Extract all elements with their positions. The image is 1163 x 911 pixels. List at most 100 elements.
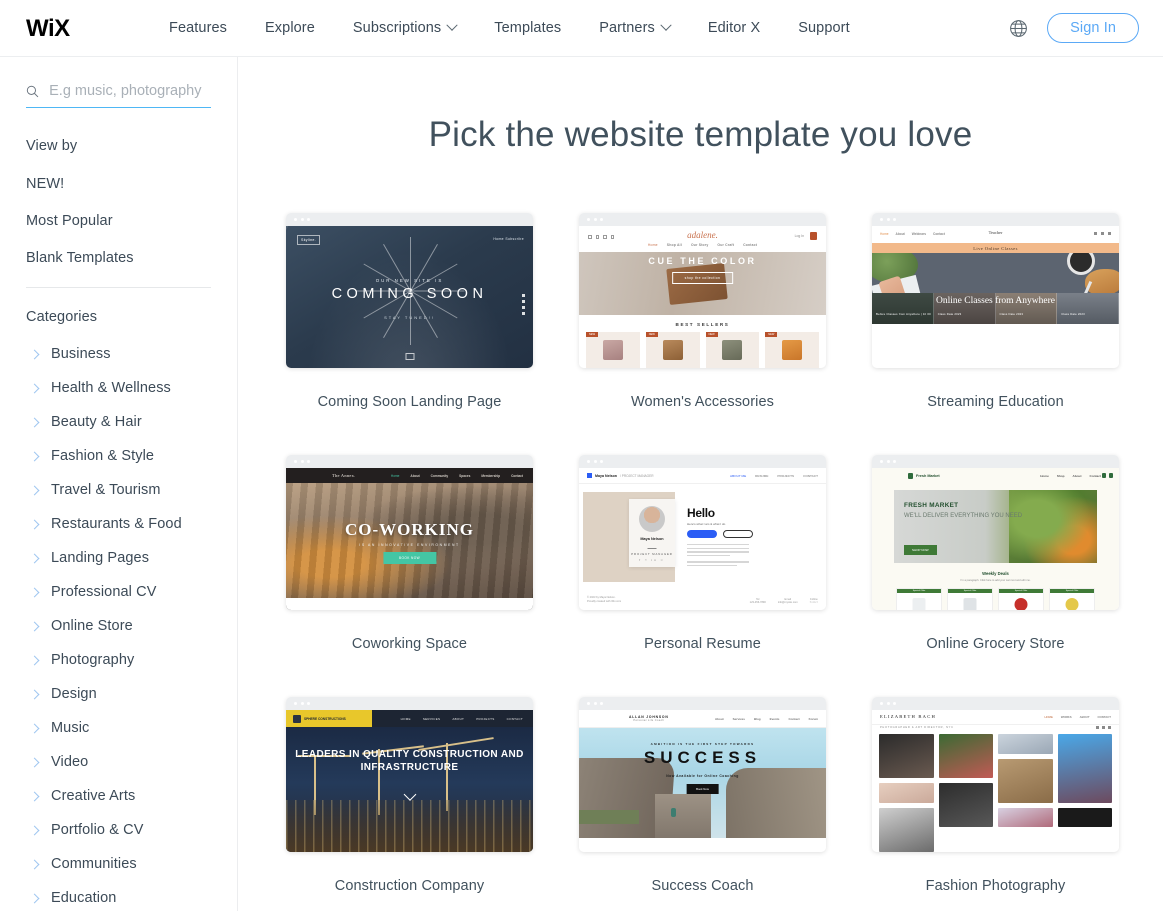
template-thumbnail[interactable]: Skyline. Home Subscribe OUR NEW SITE IS … (286, 213, 533, 368)
cart-icon (810, 232, 817, 240)
category-label: Beauty & Hair (51, 414, 142, 430)
sidebar-item-blank-templates[interactable]: Blank Templates (26, 250, 211, 266)
browser-chrome-bar (872, 213, 1119, 226)
browser-chrome-bar (286, 213, 533, 226)
sidebar: View by NEW! Most Popular Blank Template… (0, 57, 238, 911)
template-card-success-coach[interactable]: ALLAN JOHNSON Personal Life Coach About … (579, 697, 826, 911)
globe-icon[interactable] (1009, 19, 1028, 38)
template-thumbnail[interactable]: adalene. Log In Home Shop All Our Story … (579, 213, 826, 368)
template-card-construction-company[interactable]: SPHERE CONSTRUCTIONS HOME SERVICES ABOUT… (286, 697, 533, 911)
chevron-right-icon (29, 349, 40, 359)
template-preview: ELIZABETH BACH HOME WORKS ABOUT CONTACT … (872, 710, 1119, 852)
sidebar-item-design[interactable]: Design (26, 686, 211, 702)
sign-in-button[interactable]: Sign In (1047, 13, 1139, 43)
sidebar-item-most-popular[interactable]: Most Popular (26, 213, 211, 229)
preview-headline: CO-WORKING (345, 520, 474, 539)
chevron-right-icon (29, 621, 40, 631)
sidebar-item-communities[interactable]: Communities (26, 856, 211, 872)
template-card-coworking-space[interactable]: The Annex. Home About Community Spaces M… (286, 455, 533, 697)
nav-label: Partners (599, 20, 655, 36)
nav-item-partners[interactable]: Partners (580, 19, 689, 36)
nav-item-templates[interactable]: Templates (475, 20, 580, 36)
template-preview: adalene. Log In Home Shop All Our Story … (579, 226, 826, 368)
nav-item-explore[interactable]: Explore (246, 20, 334, 36)
preview-nav: Home Subscribe (493, 237, 524, 241)
page-body: View by NEW! Most Popular Blank Template… (0, 57, 1163, 911)
template-card-personal-resume[interactable]: Maya Nelson / PROJECT MANAGER ABOUT ME R… (579, 455, 826, 697)
sidebar-item-beauty-hair[interactable]: Beauty & Hair (26, 414, 211, 430)
preview-brand: Fresh Market (916, 474, 940, 478)
template-preview: Maya Nelson / PROJECT MANAGER ABOUT ME R… (579, 468, 826, 610)
chevron-right-icon (29, 553, 40, 563)
template-name: Success Coach (651, 878, 754, 894)
sidebar-item-business[interactable]: Business (26, 346, 211, 362)
template-preview: Fresh Market Home Shop About Contact FRE… (872, 468, 1119, 610)
preview-brand: adalene. (687, 230, 718, 240)
preview-headline: LEADERS IN QUALITY CONSTRUCTION AND INFR… (295, 749, 524, 773)
chevron-down-icon (446, 19, 458, 31)
nav-label: Subscriptions (352, 20, 442, 36)
template-thumbnail[interactable]: Fresh Market Home Shop About Contact FRE… (872, 455, 1119, 610)
preview-sub: Now Available for Online Coaching (666, 774, 739, 778)
preview-brand: Teacher (988, 230, 1003, 235)
sidebar-divider (26, 287, 211, 288)
template-thumbnail[interactable]: ELIZABETH BACH HOME WORKS ABOUT CONTACT … (872, 697, 1119, 852)
template-thumbnail[interactable]: Maya Nelson / PROJECT MANAGER ABOUT ME R… (579, 455, 826, 610)
category-label: Creative Arts (51, 788, 136, 804)
chevron-right-icon (29, 587, 40, 597)
preview-subline: IS AN INNOVATIVE ENVIRONMENT (359, 543, 460, 547)
sidebar-item-portfolio-cv[interactable]: Portfolio & CV (26, 822, 211, 838)
chevron-right-icon (29, 893, 40, 903)
nav-item-subscriptions[interactable]: Subscriptions (334, 19, 475, 36)
browser-chrome-bar (579, 455, 826, 468)
chevron-right-icon (29, 655, 40, 665)
search-box[interactable] (26, 83, 211, 108)
nav-item-editor-x[interactable]: Editor X (689, 20, 779, 36)
template-card-coming-soon-landing-page[interactable]: Skyline. Home Subscribe OUR NEW SITE IS … (286, 213, 533, 455)
sidebar-item-education[interactable]: Education (26, 890, 211, 906)
nav-item-support[interactable]: Support (779, 20, 869, 36)
wix-logo[interactable]: WiX (26, 15, 88, 41)
template-card-streaming-education[interactable]: Home About Webinars Contact Teacher Live… (872, 213, 1119, 455)
chevron-right-icon (29, 723, 40, 733)
template-preview: SPHERE CONSTRUCTIONS HOME SERVICES ABOUT… (286, 710, 533, 852)
sidebar-item-photography[interactable]: Photography (26, 652, 211, 668)
template-preview: Skyline. Home Subscribe OUR NEW SITE IS … (286, 226, 533, 368)
preview-band: Live Online Classes (872, 243, 1119, 253)
preview-headline: SUCCESS (643, 748, 762, 767)
template-thumbnail[interactable]: The Annex. Home About Community Spaces M… (286, 455, 533, 610)
sidebar-item-landing-pages[interactable]: Landing Pages (26, 550, 211, 566)
sidebar-item-travel-tourism[interactable]: Travel & Tourism (26, 482, 211, 498)
search-icon (26, 85, 39, 97)
category-label: Video (51, 754, 89, 770)
sidebar-item-restaurants-food[interactable]: Restaurants & Food (26, 516, 211, 532)
sidebar-item-fashion-style[interactable]: Fashion & Style (26, 448, 211, 464)
search-input[interactable] (49, 83, 211, 99)
sidebar-item-new[interactable]: NEW! (26, 176, 211, 192)
template-preview: Home About Webinars Contact Teacher Live… (872, 226, 1119, 368)
browser-chrome-bar (872, 697, 1119, 710)
template-thumbnail[interactable]: ALLAN JOHNSON Personal Life Coach About … (579, 697, 826, 852)
template-card-fashion-photography[interactable]: ELIZABETH BACH HOME WORKS ABOUT CONTACT … (872, 697, 1119, 911)
template-card-womens-accessories[interactable]: adalene. Log In Home Shop All Our Story … (579, 213, 826, 455)
template-name: Streaming Education (927, 394, 1064, 410)
template-thumbnail[interactable]: SPHERE CONSTRUCTIONS HOME SERVICES ABOUT… (286, 697, 533, 852)
chevron-right-icon (29, 791, 40, 801)
preview-brand: SPHERE CONSTRUCTIONS (304, 716, 346, 721)
nav-item-features[interactable]: Features (150, 20, 246, 36)
template-card-online-grocery-store[interactable]: Fresh Market Home Shop About Contact FRE… (872, 455, 1119, 697)
sidebar-item-creative-arts[interactable]: Creative Arts (26, 788, 211, 804)
sidebar-label-view-by: View by (26, 138, 78, 154)
category-label: Online Store (51, 618, 133, 634)
sidebar-item-health-wellness[interactable]: Health & Wellness (26, 380, 211, 396)
browser-chrome-bar (579, 213, 826, 226)
template-name: Construction Company (334, 878, 485, 894)
sidebar-item-music[interactable]: Music (26, 720, 211, 736)
preview-cta: BOOK NOW (382, 552, 437, 564)
sidebar-item-online-store[interactable]: Online Store (26, 618, 211, 634)
template-name: Personal Resume (644, 636, 761, 652)
sidebar-item-professional-cv[interactable]: Professional CV (26, 584, 211, 600)
sidebar-item-video[interactable]: Video (26, 754, 211, 770)
template-thumbnail[interactable]: Home About Webinars Contact Teacher Live… (872, 213, 1119, 368)
svg-text:WiX: WiX (26, 15, 70, 41)
